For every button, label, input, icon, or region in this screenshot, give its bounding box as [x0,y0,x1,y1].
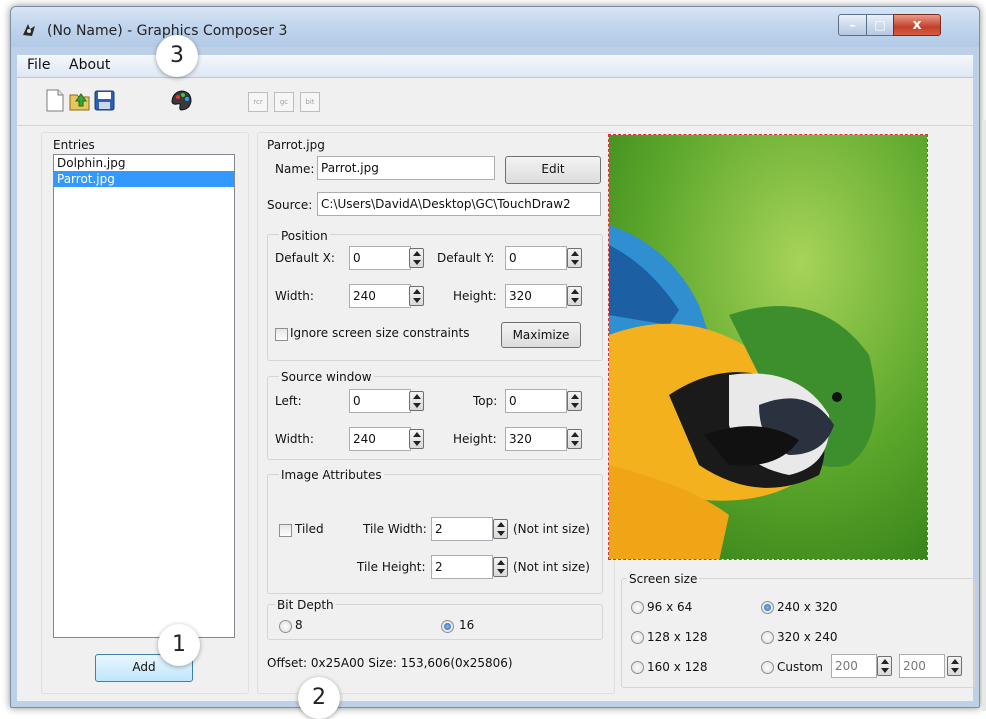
position-width-stepper[interactable] [409,286,424,306]
custom-height-stepper[interactable] [947,656,962,676]
source-width-label: Width: [275,432,314,446]
toolbar-disabled-button-2: gc [274,92,294,112]
bit-depth-8-radio[interactable] [279,620,292,633]
callout-marker-3: 3 [156,35,198,77]
image-attributes-title: Image Attributes [279,468,384,482]
tiled-checkbox[interactable] [279,524,292,537]
screen-custom-radio[interactable] [761,661,774,674]
screen-240x320-radio[interactable] [761,601,774,614]
ignore-constraints-checkbox[interactable] [275,328,288,341]
source-window-title: Source window [279,370,374,384]
maximize-size-button[interactable]: Maximize [501,322,581,348]
custom-width-input[interactable]: 200 [831,654,877,678]
source-label: Source: [267,198,313,212]
minimize-button[interactable]: – [838,14,867,36]
list-item[interactable]: Parrot.jpg [54,171,234,187]
tile-width-stepper[interactable] [493,519,508,539]
title-bar[interactable]: (No Name) - Graphics Composer 3 – □ x [11,7,979,47]
default-x-stepper[interactable] [409,248,424,268]
edit-button[interactable]: Edit [505,156,601,184]
app-icon [23,24,35,36]
toolbar-disabled-button-1: rcr [248,92,268,112]
custom-width-stepper[interactable] [877,656,892,676]
menu-about[interactable]: About [69,57,110,73]
open-folder-icon[interactable] [68,89,91,112]
tile-height-input[interactable]: 2 [431,555,493,579]
save-icon[interactable] [93,89,116,112]
source-width-stepper[interactable] [409,429,424,449]
default-y-stepper[interactable] [567,248,582,268]
source-left-label: Left: [275,394,302,408]
source-height-label: Height: [453,432,497,446]
bit-depth-16-label: 16 [459,618,475,632]
source-height-input[interactable]: 320 [505,427,567,451]
callout-marker-1: 1 [158,624,200,666]
source-width-input[interactable]: 240 [349,427,411,451]
list-item[interactable]: Dolphin.jpg [54,155,234,171]
tile-height-note: (Not int size) [513,560,590,574]
position-height-input[interactable]: 320 [505,284,567,308]
custom-height-input[interactable]: 200 [899,654,945,678]
position-height-label: Height: [453,289,497,303]
default-y-label: Default Y: [437,251,495,265]
screen-96x64-label: 96 x 64 [647,600,693,614]
screen-160x128-label: 160 x 128 [647,660,708,674]
bit-depth-8-label: 8 [295,618,303,632]
screen-320x240-label: 320 x 240 [777,630,838,644]
tiled-label: Tiled [295,522,324,536]
minimize-icon: – [849,18,856,32]
screen-128x128-radio[interactable] [631,631,644,644]
callout-marker-2: 2 [298,677,340,719]
source-height-stepper[interactable] [567,429,582,449]
screen-128x128-label: 128 x 128 [647,630,708,644]
screen-240x320-label: 240 x 320 [777,600,838,614]
bit-depth-title: Bit Depth [275,598,336,612]
source-top-stepper[interactable] [567,391,582,411]
source-input[interactable]: C:\Users\DavidA\Desktop\GC\TouchDraw2 [317,192,601,216]
toolbar: rcr gc bit [17,78,973,126]
source-top-input[interactable]: 0 [505,389,567,413]
tile-height-label: Tile Height: [357,560,426,574]
close-button[interactable]: x [893,14,941,36]
position-width-input[interactable]: 240 [349,284,411,308]
position-height-stepper[interactable] [567,286,582,306]
menu-file[interactable]: File [27,57,50,73]
new-file-icon[interactable] [43,89,66,112]
entries-list[interactable]: Dolphin.jpg Parrot.jpg [53,154,235,638]
default-y-input[interactable]: 0 [505,246,567,270]
details-heading: Parrot.jpg [267,138,325,152]
tile-width-input[interactable]: 2 [431,517,493,541]
right-edge-shadow [982,120,986,711]
parrot-image [609,135,927,559]
name-input[interactable]: Parrot.jpg [317,156,495,180]
screen-160x128-radio[interactable] [631,661,644,674]
position-width-label: Width: [275,289,314,303]
screen-96x64-radio[interactable] [631,601,644,614]
image-preview[interactable] [608,134,928,560]
ignore-constraints-label: Ignore screen size constraints [290,326,470,340]
maximize-button[interactable]: □ [866,14,894,36]
offset-size-status: Offset: 0x25A00 Size: 153,606(0x25806) [267,656,513,670]
close-icon: x [912,17,922,33]
source-top-label: Top: [473,394,498,408]
toolbar-disabled-button-3: bit [300,92,320,112]
maximize-icon: □ [874,18,886,32]
default-x-input[interactable]: 0 [349,246,411,270]
entries-label: Entries [53,138,95,152]
tile-width-label: Tile Width: [363,522,427,536]
screen-320x240-radio[interactable] [761,631,774,644]
bit-depth-16-radio[interactable] [441,620,454,633]
default-x-label: Default X: [275,251,335,265]
source-left-input[interactable]: 0 [349,389,411,413]
name-label: Name: [275,162,315,176]
tile-height-stepper[interactable] [493,557,508,577]
screen-custom-label: Custom [777,660,823,674]
source-left-stepper[interactable] [409,391,424,411]
tile-width-note: (Not int size) [513,522,590,536]
position-title: Position [279,229,330,243]
screen-size-title: Screen size [627,572,700,586]
palette-icon[interactable] [170,89,193,112]
